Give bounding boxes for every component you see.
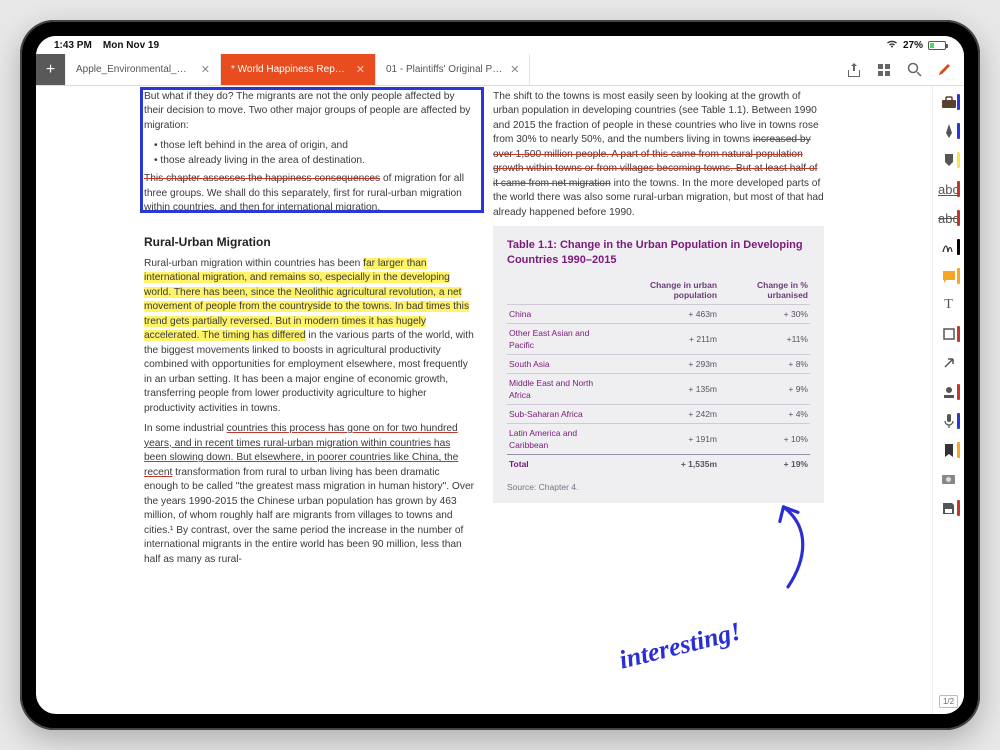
tab-label: 01 - Plaintiffs' Original P… — [386, 64, 502, 75]
list-item: those left behind in the area of origin,… — [154, 139, 475, 153]
strike-annotation[interactable]: This chapter assesses the happiness cons… — [144, 173, 380, 184]
tab-2[interactable]: 01 - Plaintiffs' Original P… ✕ — [376, 54, 530, 85]
table-cell: + 4% — [719, 404, 810, 423]
content-area: But what if they do? The migrants are no… — [36, 86, 964, 714]
close-icon[interactable]: ✕ — [356, 63, 365, 76]
paragraph: Rural-urban migration within countries h… — [144, 257, 475, 416]
rect-icon[interactable] — [939, 324, 959, 344]
table-cell: + 19% — [719, 455, 810, 474]
new-tab-button[interactable]: + — [36, 54, 66, 85]
document-page[interactable]: But what if they do? The migrants are no… — [36, 86, 932, 714]
pen-icon[interactable] — [939, 121, 959, 141]
table-cell: South Asia — [507, 354, 611, 373]
close-icon[interactable]: ✕ — [510, 63, 519, 76]
table-cell: + 211m — [611, 323, 719, 354]
table-cell: + 463m — [611, 304, 719, 323]
search-icon[interactable] — [906, 62, 922, 78]
toolbox-icon[interactable] — [939, 92, 959, 112]
battery-pct: 27% — [903, 40, 923, 51]
table-row: Middle East and North Africa+ 135m+ 9% — [507, 373, 810, 404]
section-heading: Rural-Urban Migration — [144, 234, 475, 251]
table-cell: Latin America and Caribbean — [507, 424, 611, 455]
underline-icon[interactable]: abc — [939, 179, 959, 199]
table-cell: + 135m — [611, 373, 719, 404]
table-cell: + 30% — [719, 304, 810, 323]
column-right: The shift to the towns is most easily se… — [493, 90, 824, 573]
save-icon[interactable] — [939, 498, 959, 518]
table-cell: + 293m — [611, 354, 719, 373]
table-title: Table 1.1: Change in the Urban Populatio… — [507, 238, 810, 268]
table-cell: + 1,535m — [611, 455, 719, 474]
tab-strip: Apple_Environmental_R… ✕ * World Happine… — [66, 54, 530, 85]
table-cell: Total — [507, 455, 611, 474]
table-cell: + 9% — [719, 373, 810, 404]
strikethrough-icon[interactable]: abc — [939, 208, 959, 228]
edit-pencil-icon[interactable] — [936, 62, 952, 78]
table-row: South Asia+ 293m+ 8% — [507, 354, 810, 373]
tab-label: * World Happiness Repo… — [231, 64, 348, 75]
table-header: Change in urban population — [611, 278, 719, 304]
arrow-icon[interactable] — [939, 353, 959, 373]
close-icon[interactable]: ✕ — [201, 63, 210, 76]
list-item: those already living in the area of dest… — [154, 154, 475, 168]
column-left: But what if they do? The migrants are no… — [144, 90, 475, 573]
table-cell: China — [507, 304, 611, 323]
tool-rail: abc abc T — [932, 86, 964, 714]
table-cell: +11% — [719, 323, 810, 354]
top-bar: + Apple_Environmental_R… ✕ * World Happi… — [36, 54, 964, 86]
table-cell: Sub-Saharan Africa — [507, 404, 611, 423]
table-cell: Other East Asian and Pacific — [507, 323, 611, 354]
paragraph: This chapter assesses the happiness cons… — [144, 172, 475, 215]
note-icon[interactable] — [939, 266, 959, 286]
table-source: Source: Chapter 4. — [507, 481, 810, 493]
table-cell: + 191m — [611, 424, 719, 455]
signature-icon[interactable] — [939, 237, 959, 257]
table-header: Change in % urbanised — [719, 278, 810, 304]
bullet-list: those left behind in the area of origin,… — [154, 139, 475, 168]
wifi-icon — [886, 39, 898, 52]
page-indicator[interactable]: 1/2 — [939, 695, 958, 708]
stamp-icon[interactable] — [939, 382, 959, 402]
table-row-total: Total+ 1,535m+ 19% — [507, 455, 810, 474]
text-icon[interactable]: T — [939, 295, 959, 315]
table-header — [507, 278, 611, 304]
highlighter-icon[interactable] — [939, 150, 959, 170]
table-row: Sub-Saharan Africa+ 242m+ 4% — [507, 404, 810, 423]
tab-1[interactable]: * World Happiness Repo… ✕ — [221, 54, 376, 85]
tab-label: Apple_Environmental_R… — [76, 64, 193, 75]
table-cell: Middle East and North Africa — [507, 373, 611, 404]
table-row: Latin America and Caribbean+ 191m+ 10% — [507, 424, 810, 455]
urban-table: Change in urban population Change in % u… — [507, 278, 810, 473]
ink-text-annotation[interactable]: interesting! — [616, 616, 744, 675]
table-cell: + 10% — [719, 424, 810, 455]
table-box: Table 1.1: Change in the Urban Populatio… — [493, 226, 824, 503]
document-body: But what if they do? The migrants are no… — [144, 86, 824, 573]
table-row: China+ 463m+ 30% — [507, 304, 810, 323]
table-cell: + 242m — [611, 404, 719, 423]
paragraph: But what if they do? The migrants are no… — [144, 90, 475, 133]
status-bar: 1:43 PM Mon Nov 19 27% — [36, 36, 964, 54]
grid-icon[interactable] — [876, 62, 892, 78]
table-cell: + 8% — [719, 354, 810, 373]
paragraph: In some industrial countries this proces… — [144, 422, 475, 567]
mic-icon[interactable] — [939, 411, 959, 431]
top-actions — [834, 54, 964, 85]
battery-icon — [928, 41, 946, 50]
camera-icon[interactable] — [939, 469, 959, 489]
paragraph: The shift to the towns is most easily se… — [493, 90, 824, 220]
tab-0[interactable]: Apple_Environmental_R… ✕ — [66, 54, 221, 85]
highlight-annotation[interactable]: far larger than international migration,… — [144, 258, 469, 341]
ipad-frame: 1:43 PM Mon Nov 19 27% + Apple_Environme… — [20, 20, 980, 730]
share-icon[interactable] — [846, 62, 862, 78]
screen: 1:43 PM Mon Nov 19 27% + Apple_Environme… — [36, 36, 964, 714]
bookmark-icon[interactable] — [939, 440, 959, 460]
status-time: 1:43 PM — [54, 40, 92, 51]
status-date: Mon Nov 19 — [103, 40, 159, 51]
table-row: Other East Asian and Pacific+ 211m+11% — [507, 323, 810, 354]
